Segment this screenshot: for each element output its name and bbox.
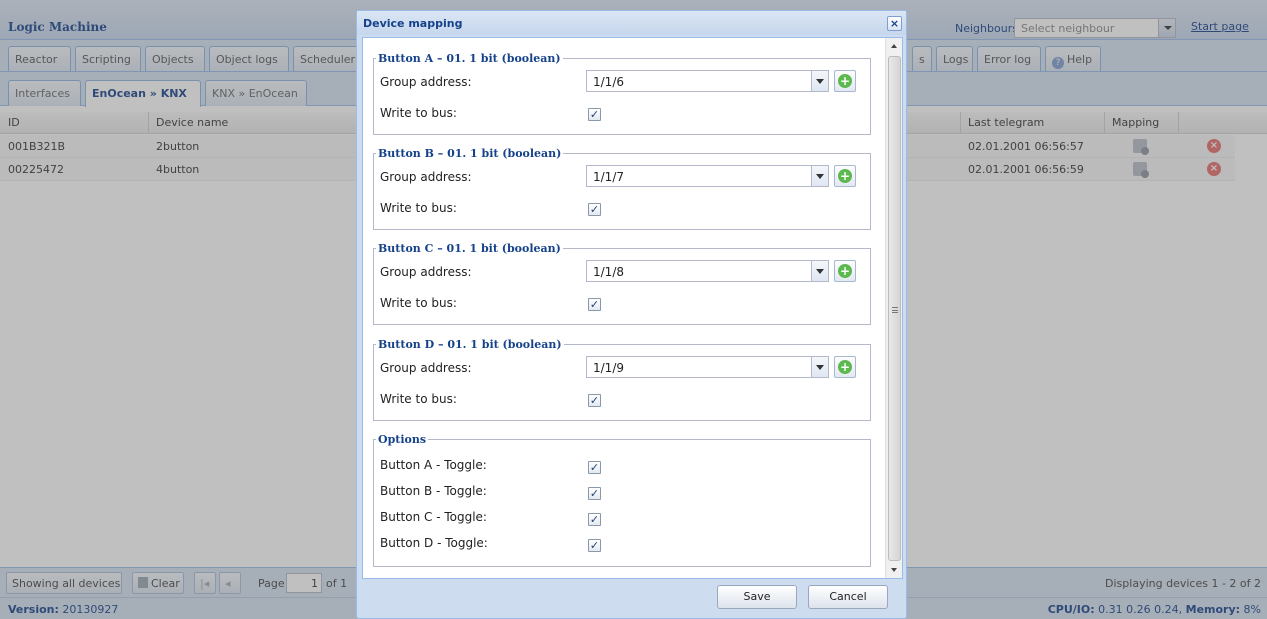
button-a-toggle-checkbox[interactable]: ✓ (588, 461, 601, 474)
device-mapping-dialog: Device mapping × Button A – 01. 1 bit (b… (356, 10, 907, 619)
write-to-bus-checkbox[interactable]: ✓ (588, 108, 601, 121)
button-b-toggle-checkbox[interactable]: ✓ (588, 487, 601, 500)
dialog-footer: Save Cancel (357, 581, 906, 618)
add-group-address-button[interactable] (834, 260, 856, 282)
group-address-field[interactable]: 1/1/9 (586, 356, 829, 378)
scroll-thumb[interactable] (888, 56, 901, 561)
button-a-legend: Button A – 01. 1 bit (boolean) (378, 52, 561, 65)
group-address-label: Group address: (380, 265, 472, 279)
button-c-fieldset: Button C – 01. 1 bit (boolean) Group add… (373, 242, 871, 325)
button-a-fieldset: Button A – 01. 1 bit (boolean) Group add… (373, 52, 871, 135)
group-address-value: 1/1/7 (593, 170, 624, 184)
button-d-legend: Button D – 01. 1 bit (boolean) (378, 338, 562, 351)
button-c-legend: Button C – 01. 1 bit (boolean) (378, 242, 561, 255)
button-d-toggle-checkbox[interactable]: ✓ (588, 539, 601, 552)
write-to-bus-checkbox[interactable]: ✓ (588, 203, 601, 216)
button-d-fieldset: Button D – 01. 1 bit (boolean) Group add… (373, 338, 871, 421)
scroll-down-icon[interactable] (886, 562, 902, 578)
chevron-down-icon[interactable] (811, 357, 828, 377)
write-to-bus-checkbox[interactable]: ✓ (588, 394, 601, 407)
write-to-bus-checkbox[interactable]: ✓ (588, 298, 601, 311)
dialog-header: Device mapping × (357, 11, 906, 35)
group-address-label: Group address: (380, 170, 472, 184)
group-address-label: Group address: (380, 75, 472, 89)
write-to-bus-label: Write to bus: (380, 296, 457, 310)
toggle-label: Button D - Toggle: (380, 536, 488, 550)
add-group-address-button[interactable] (834, 356, 856, 378)
group-address-field[interactable]: 1/1/8 (586, 260, 829, 282)
group-address-value: 1/1/8 (593, 265, 624, 279)
group-address-field[interactable]: 1/1/6 (586, 70, 829, 92)
scroll-up-icon[interactable] (886, 38, 902, 54)
button-c-toggle-checkbox[interactable]: ✓ (588, 513, 601, 526)
group-address-value: 1/1/9 (593, 361, 624, 375)
write-to-bus-label: Write to bus: (380, 201, 457, 215)
chevron-down-icon[interactable] (811, 166, 828, 186)
write-to-bus-label: Write to bus: (380, 106, 457, 120)
dialog-scrollbar[interactable] (885, 38, 902, 578)
save-button[interactable]: Save (717, 585, 797, 609)
chevron-down-icon[interactable] (811, 261, 828, 281)
button-b-legend: Button B – 01. 1 bit (boolean) (378, 147, 562, 160)
dialog-title: Device mapping (363, 17, 463, 30)
write-to-bus-label: Write to bus: (380, 392, 457, 406)
grip-icon (892, 307, 898, 313)
add-group-address-button[interactable] (834, 70, 856, 92)
close-icon[interactable]: × (887, 16, 902, 31)
dialog-body: Button A – 01. 1 bit (boolean) Group add… (362, 37, 903, 579)
group-address-label: Group address: (380, 361, 472, 375)
toggle-label: Button A - Toggle: (380, 458, 487, 472)
group-address-field[interactable]: 1/1/7 (586, 165, 829, 187)
button-b-fieldset: Button B – 01. 1 bit (boolean) Group add… (373, 147, 871, 230)
cancel-button[interactable]: Cancel (808, 585, 888, 609)
options-legend: Options (378, 433, 427, 446)
group-address-value: 1/1/6 (593, 75, 624, 89)
chevron-down-icon[interactable] (811, 71, 828, 91)
add-group-address-button[interactable] (834, 165, 856, 187)
toggle-label: Button C - Toggle: (380, 510, 487, 524)
options-fieldset: Options Button A - Toggle: ✓ Button B - … (373, 433, 871, 567)
toggle-label: Button B - Toggle: (380, 484, 487, 498)
